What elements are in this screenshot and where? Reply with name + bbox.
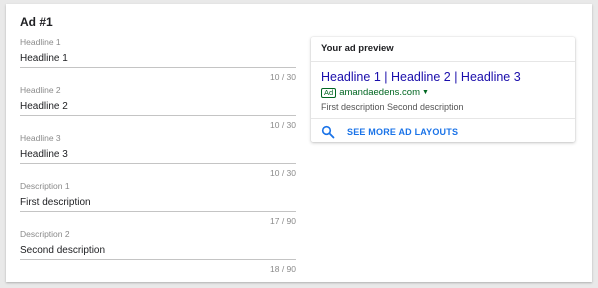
ad-preview-url: amandaedens.com (339, 87, 420, 98)
ad-preview-headline[interactable]: Headline 1 | Headline 2 | Headline 3 (321, 70, 565, 85)
headline-1-field: Headline 1 10 / 30 (20, 36, 296, 83)
description-2-input[interactable] (20, 243, 296, 260)
ad-preview-description: First description Second description (321, 102, 464, 112)
headline-2-label: Headline 2 (20, 85, 61, 95)
headline-3-field: Headline 3 10 / 30 (20, 132, 296, 179)
headline-2-input[interactable] (20, 99, 296, 116)
description-2-field: Description 2 18 / 90 (20, 228, 296, 275)
ad-preview-url-row: Ad amandaedens.com ▼ (321, 87, 565, 99)
description-1-label: Description 1 (20, 181, 70, 191)
ad-card: Ad #1 Headline 1 10 / 30 Headline 2 10 /… (6, 4, 592, 282)
headline-1-label: Headline 1 (20, 37, 61, 47)
headline-3-counter: 10 / 30 (270, 168, 296, 178)
ad-preview-panel: Your ad preview Headline 1 | Headline 2 … (311, 37, 575, 142)
see-more-ad-layouts-label: SEE MORE AD LAYOUTS (347, 127, 459, 137)
description-2-label: Description 2 (20, 229, 70, 239)
headline-1-counter: 10 / 30 (270, 72, 296, 82)
see-more-ad-layouts-button[interactable]: SEE MORE AD LAYOUTS (311, 119, 575, 145)
ad-preview-header: Your ad preview (311, 37, 575, 62)
description-1-input[interactable] (20, 195, 296, 212)
headline-2-counter: 10 / 30 (270, 120, 296, 130)
ad-badge: Ad (321, 88, 337, 98)
search-icon (321, 125, 335, 139)
headline-3-input[interactable] (20, 147, 296, 164)
description-1-counter: 17 / 90 (270, 216, 296, 226)
headline-1-input[interactable] (20, 51, 296, 68)
description-1-field: Description 1 17 / 90 (20, 180, 296, 227)
description-2-counter: 18 / 90 (270, 264, 296, 274)
caret-down-icon[interactable]: ▼ (422, 87, 429, 99)
ad-preview-body: Headline 1 | Headline 2 | Headline 3 Ad … (311, 62, 575, 119)
headline-2-field: Headline 2 10 / 30 (20, 84, 296, 131)
ad-title: Ad #1 (20, 15, 53, 29)
headline-3-label: Headline 3 (20, 133, 61, 143)
